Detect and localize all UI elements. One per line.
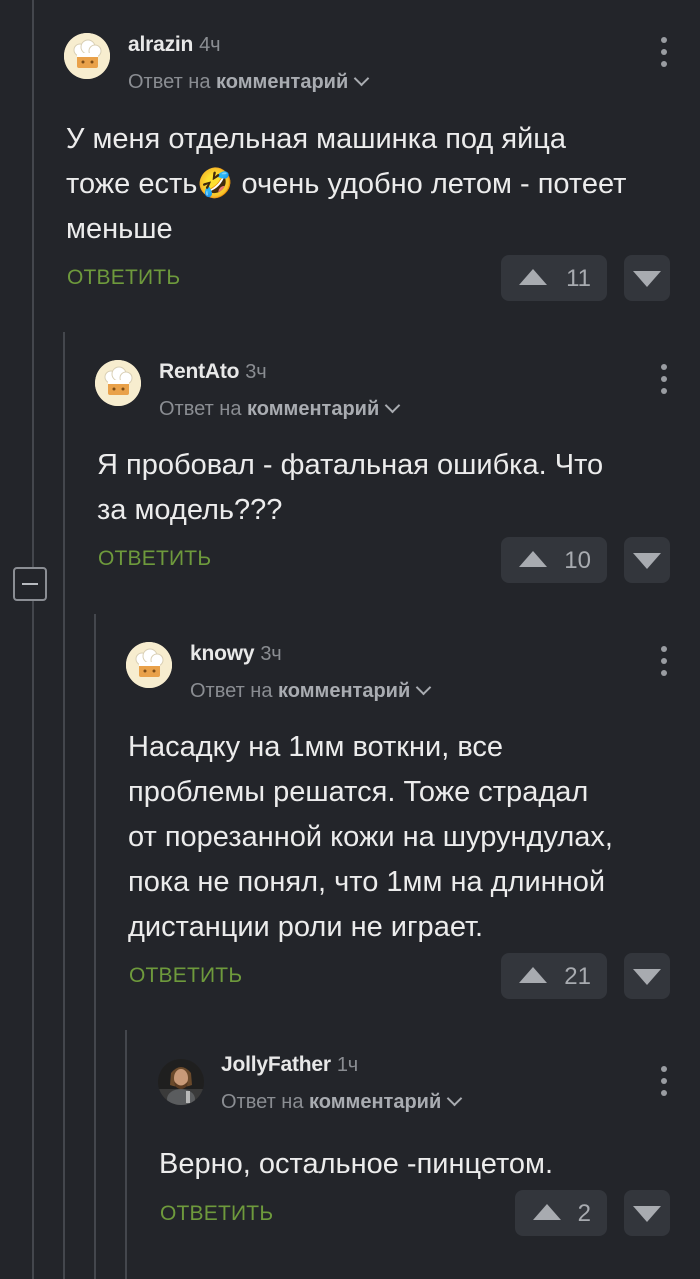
arrow-down-icon (633, 553, 661, 569)
author-name[interactable]: RentAto 3ч (159, 360, 267, 384)
downvote-button[interactable] (624, 537, 670, 583)
upvote-button[interactable]: 10 (501, 537, 607, 583)
more-options-icon[interactable] (660, 364, 668, 394)
thread-line-level-2 (94, 614, 96, 1279)
comment: RentAto 3ч Ответ на комментарий Я пробова… (95, 360, 700, 590)
reply-button[interactable]: ОТВЕТИТЬ (129, 964, 242, 988)
arrow-up-icon (533, 1204, 561, 1220)
author-name[interactable]: JollyFather 1ч (221, 1053, 358, 1077)
comment-time: 3ч (260, 643, 282, 665)
more-options-icon[interactable] (660, 646, 668, 676)
comment: alrazin 4ч Ответ на комментарий У меня от… (64, 33, 700, 303)
vote-count: 10 (564, 547, 591, 574)
avatar[interactable] (95, 360, 141, 406)
thread-line-level-0 (32, 0, 34, 1279)
avatar[interactable] (126, 642, 172, 688)
reply-to-link[interactable]: Ответ на комментарий (221, 1090, 463, 1114)
more-options-icon[interactable] (660, 1066, 668, 1096)
chef-hat-icon (95, 360, 141, 406)
arrow-up-icon (519, 269, 547, 285)
comment-text: У меня отдельная машинка под яйца тоже е… (66, 123, 627, 245)
vote-count: 21 (564, 963, 591, 990)
vote-count: 11 (566, 265, 591, 292)
upvote-button[interactable]: 2 (515, 1190, 607, 1236)
author-name[interactable]: alrazin 4ч (128, 33, 220, 57)
more-options-icon[interactable] (660, 37, 668, 67)
upvote-button[interactable]: 21 (501, 953, 607, 999)
chevron-down-icon (415, 679, 432, 696)
downvote-button[interactable] (624, 255, 670, 301)
comment-text: Верно, остальное -пинцетом. (159, 1148, 554, 1180)
reply-button[interactable]: ОТВЕТИТЬ (98, 547, 211, 571)
comment: knowy 3ч Ответ на комментарий Насадку на … (126, 642, 700, 1002)
user-photo-icon (158, 1059, 204, 1105)
reply-to-link[interactable]: Ответ на комментарий (190, 679, 432, 703)
comment-time: 3ч (245, 361, 267, 383)
chevron-down-icon (446, 1090, 463, 1107)
chevron-down-icon (384, 397, 401, 414)
comment-time: 1ч (336, 1054, 358, 1076)
chef-hat-icon (126, 642, 172, 688)
arrow-down-icon (633, 969, 661, 985)
downvote-button[interactable] (624, 953, 670, 999)
comment-text: Я пробовал - фатальная ошибка. Что за мо… (97, 449, 604, 526)
collapse-thread-button[interactable] (13, 567, 47, 601)
vote-count: 2 (577, 1200, 591, 1227)
arrow-down-icon (633, 1206, 661, 1222)
arrow-up-icon (519, 967, 547, 983)
upvote-button[interactable]: 11 (501, 255, 607, 301)
arrow-up-icon (519, 551, 547, 567)
chef-hat-icon (64, 33, 110, 79)
arrow-down-icon (633, 271, 661, 287)
reply-to-link[interactable]: Ответ на комментарий (128, 70, 370, 94)
author-name[interactable]: knowy 3ч (190, 642, 282, 666)
comment-time: 4ч (199, 34, 221, 56)
reply-to-link[interactable]: Ответ на комментарий (159, 397, 401, 421)
comment-text: Насадку на 1мм воткни, все проблемы реша… (128, 731, 613, 943)
reply-button[interactable]: ОТВЕТИТЬ (67, 266, 180, 290)
thread-line-level-1 (63, 332, 65, 1279)
comment: JollyFather 1ч Ответ на комментарий Верно… (158, 1053, 700, 1249)
avatar[interactable] (158, 1059, 204, 1105)
thread-line-level-3 (125, 1030, 127, 1279)
chevron-down-icon (353, 70, 370, 87)
reply-button[interactable]: ОТВЕТИТЬ (160, 1202, 273, 1226)
downvote-button[interactable] (624, 1190, 670, 1236)
avatar[interactable] (64, 33, 110, 79)
